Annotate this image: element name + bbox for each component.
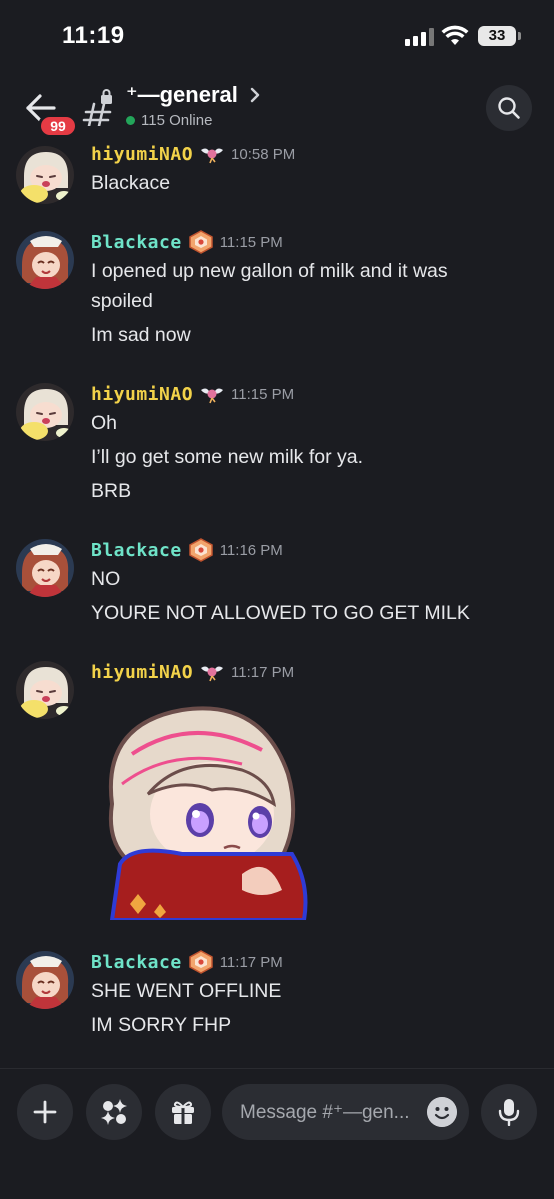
cell-signal-icon — [405, 28, 434, 46]
avatar[interactable] — [16, 146, 74, 204]
message-input-placeholder: Message #⁺—gen... — [240, 1101, 410, 1123]
status-bar: 11:19 33 — [0, 0, 554, 72]
avatar[interactable] — [16, 951, 74, 1009]
gift-button[interactable] — [155, 1084, 211, 1140]
online-count-label: 115 Online — [141, 112, 213, 129]
avatar[interactable] — [16, 231, 74, 289]
chevron-right-icon[interactable] — [248, 86, 262, 104]
microphone-icon — [498, 1099, 520, 1126]
message-timestamp: 11:17 PM — [231, 663, 295, 681]
status-time: 11:19 — [62, 22, 125, 49]
message-header: hiyumiNAO 11:17 PM — [91, 660, 294, 684]
message-timestamp: 10:58 PM — [231, 145, 296, 163]
username[interactable]: Blackace — [91, 952, 182, 973]
add-attachment-button[interactable] — [17, 1084, 73, 1140]
message-header: Blackace 11:16 PM — [91, 538, 283, 562]
username[interactable]: hiyumiNAO — [91, 384, 193, 405]
message-text: I opened up new gallon of milk and it wa… — [91, 260, 448, 282]
channel-header: 99 ⁺—general 115 Online — [0, 72, 554, 144]
emoji-icon[interactable] — [427, 1097, 457, 1127]
message-text: Oh — [91, 412, 118, 434]
avatar[interactable] — [16, 383, 74, 441]
message-header: hiyumiNAO 11:15 PM — [91, 382, 294, 406]
username[interactable]: hiyumiNAO — [91, 662, 193, 683]
online-count: 115 Online — [126, 112, 212, 129]
plus-icon — [33, 1100, 57, 1124]
fairy-badge-icon — [201, 388, 224, 404]
unread-badge: 99 — [38, 114, 78, 138]
apps-button[interactable] — [86, 1084, 142, 1140]
gift-icon — [172, 1101, 194, 1124]
username[interactable]: Blackace — [91, 232, 182, 253]
message-header: hiyumiNAO 10:58 PM — [91, 144, 295, 166]
battery-indicator: 33 — [478, 26, 516, 46]
message-text: SHE WENT OFFLINE — [91, 980, 282, 1002]
message-timestamp: 11:16 PM — [219, 541, 283, 559]
message-text: BRB — [91, 480, 132, 502]
avatar[interactable] — [16, 661, 74, 719]
message-timestamp: 11:15 PM — [219, 233, 283, 251]
sticker-image[interactable] — [92, 694, 312, 920]
lantern-badge-icon — [188, 538, 213, 562]
message-timestamp: 11:15 PM — [231, 385, 295, 403]
lantern-badge-icon — [188, 230, 213, 254]
message-timestamp: 11:17 PM — [219, 953, 283, 971]
message-header: Blackace 11:17 PM — [91, 950, 283, 974]
message-text: spoiled — [91, 290, 153, 312]
message-text: NO — [91, 568, 121, 590]
message-text: Im sad now — [91, 324, 191, 346]
fairy-badge-icon — [201, 666, 224, 682]
message-header: Blackace 11:15 PM — [91, 230, 283, 254]
message-text: Blackace — [91, 172, 171, 194]
online-dot-icon — [126, 116, 135, 125]
message-input[interactable]: Message #⁺—gen... — [222, 1084, 469, 1140]
lantern-badge-icon — [188, 950, 213, 974]
message-composer: Message #⁺—gen... — [0, 1068, 554, 1199]
battery-tip — [518, 32, 521, 40]
search-button[interactable] — [486, 85, 532, 131]
apps-sparkle-icon — [101, 1099, 127, 1125]
message-list[interactable]: hiyumiNAO 10:58 PM Blackace Blackace 11:… — [0, 144, 554, 1068]
search-icon — [498, 97, 520, 119]
username[interactable]: Blackace — [91, 540, 182, 561]
wifi-icon — [441, 25, 469, 45]
fairy-badge-icon — [201, 148, 224, 164]
channel-hash-lock-icon — [82, 89, 112, 126]
avatar[interactable] — [16, 539, 74, 597]
channel-title[interactable]: ⁺—general — [126, 82, 238, 108]
message-text: YOURE NOT ALLOWED TO GO GET MILK — [91, 602, 470, 624]
voice-message-button[interactable] — [481, 1084, 537, 1140]
message-text: I’ll go get some new milk for ya. — [91, 446, 364, 468]
username[interactable]: hiyumiNAO — [91, 144, 193, 165]
message-text: IM SORRY FHP — [91, 1014, 232, 1036]
